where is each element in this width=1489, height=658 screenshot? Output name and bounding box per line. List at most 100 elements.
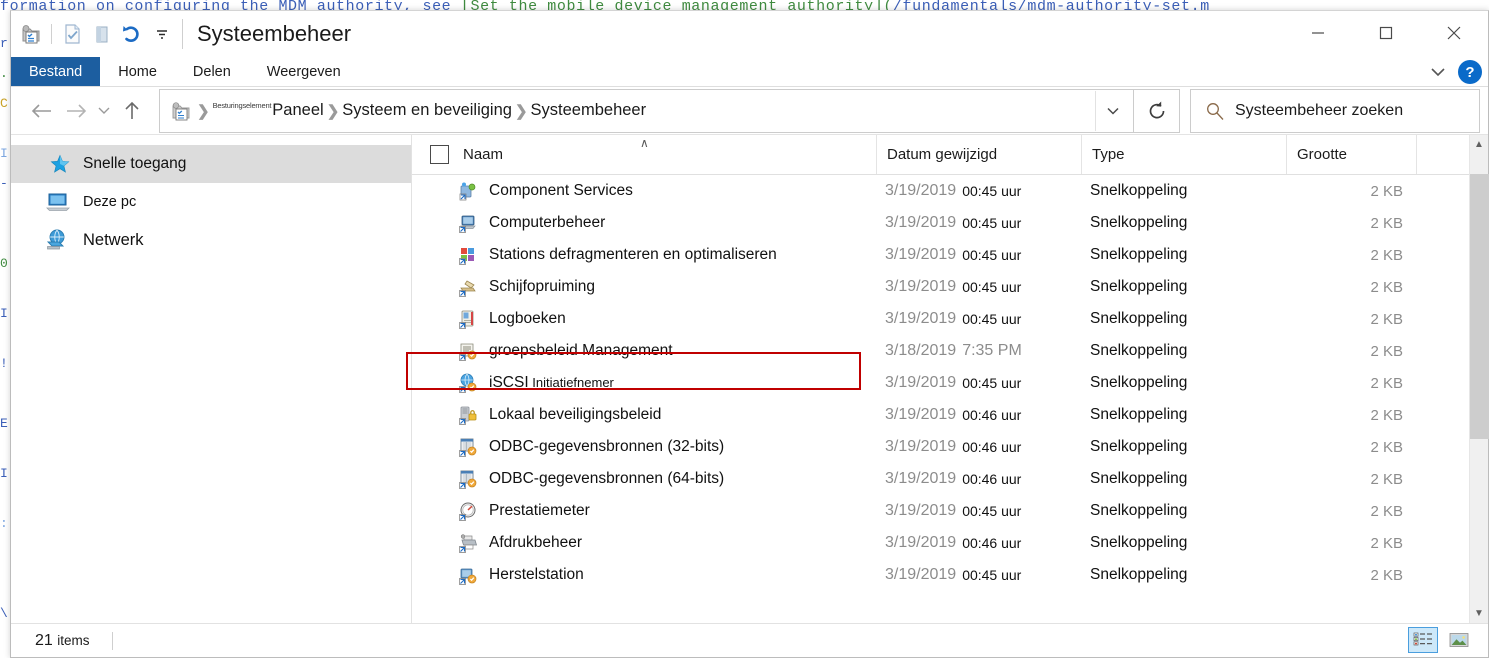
recovery-drive-icon	[458, 565, 478, 585]
window-title: Systeembeheer	[182, 19, 351, 49]
file-name-cell: ODBC-gegevensbronnen (32-bits)	[412, 437, 877, 457]
odbc-icon	[458, 469, 478, 489]
file-type-cell: Snelkoppeling	[1090, 502, 1188, 519]
help-button[interactable]: ?	[1458, 60, 1482, 84]
large-icons-view-button[interactable]	[1444, 627, 1474, 653]
scroll-up-arrow-icon[interactable]: ▲	[1470, 135, 1489, 154]
table-row[interactable]: ODBC-gegevensbronnen (64-bits) 3/19/2019…	[412, 463, 1488, 495]
file-name-label: iSCSI Initiatiefnemer	[489, 374, 614, 392]
column-header-row: Naam ∧ Datum gewijzigd Type Grootte	[412, 135, 1488, 175]
table-row[interactable]: Lokaal beveiligingsbeleid 3/19/2019 00:4…	[412, 399, 1488, 431]
scrollbar-track[interactable]	[1469, 154, 1489, 604]
ribbon-collapse-chevron-down-icon[interactable]	[1428, 65, 1448, 79]
back-button[interactable]	[25, 94, 59, 128]
breadcrumb-item-systeem-en-beveiliging[interactable]: Systeem en beveiliging	[342, 101, 512, 120]
file-name-cell: Stations defragmenteren en optimaliseren	[412, 245, 877, 265]
file-date: 3/19/2019	[885, 278, 957, 295]
table-row[interactable]: Prestatiemeter 3/19/2019 00:45 uur Snelk…	[412, 495, 1488, 527]
select-all-checkbox[interactable]	[430, 145, 449, 164]
breadcrumb-item-systeembeheer[interactable]: Systeembeheer	[531, 101, 647, 120]
table-row[interactable]: ODBC-gegevensbronnen (32-bits) 3/19/2019…	[412, 431, 1488, 463]
file-time: 00:46 uur	[962, 535, 1022, 551]
properties-icon[interactable]	[58, 20, 86, 48]
file-size-cell: 2 KB	[1370, 438, 1403, 456]
tab-weergeven[interactable]: Weergeven	[249, 57, 359, 86]
search-placeholder-text: Systeembeheer zoeken	[1235, 101, 1404, 119]
file-date-cell: 3/19/2019 00:45 uur	[877, 502, 1082, 520]
search-input[interactable]: Systeembeheer zoeken	[1190, 88, 1480, 133]
up-button[interactable]	[115, 94, 149, 128]
column-header-grootte[interactable]: Grootte	[1287, 135, 1417, 174]
file-name-cell: Lokaal beveiligingsbeleid	[412, 405, 877, 425]
table-row[interactable]: Schijfopruiming 3/19/2019 00:45 uur Snel…	[412, 271, 1488, 303]
performance-monitor-icon	[458, 501, 478, 521]
file-name-cell: Logboeken	[412, 309, 877, 329]
search-icon	[1205, 101, 1225, 121]
file-date-cell: 3/19/2019 00:46 uur	[877, 406, 1082, 424]
breadcrumb[interactable]: ❯ Besturingselement Paneel ❯ Systeem en b…	[159, 88, 1134, 133]
breadcrumb-separator-0[interactable]: ❯	[194, 102, 213, 120]
table-row[interactable]: Computerbeheer 3/19/2019 00:45 uur Snelk…	[412, 207, 1488, 239]
table-row[interactable]: Logboeken 3/19/2019 00:45 uur Snelkoppel…	[412, 303, 1488, 335]
vertical-scrollbar[interactable]: ▲ ▼	[1469, 135, 1489, 623]
minimize-button[interactable]	[1284, 11, 1352, 55]
sidebar-item-deze-pc[interactable]: Deze pc	[11, 183, 411, 221]
breadcrumb-item-paneel[interactable]: Besturingselement Paneel	[213, 101, 324, 120]
file-date: 3/19/2019	[885, 246, 957, 263]
table-row[interactable]: Afdrukbeheer 3/19/2019 00:46 uur Snelkop…	[412, 527, 1488, 559]
customize-qat-dropdown-icon[interactable]	[148, 20, 176, 48]
sidebar-item-netwerk[interactable]: Netwerk	[11, 221, 411, 259]
table-row[interactable]: Herstelstation 3/19/2019 00:45 uur Snelk…	[412, 559, 1488, 591]
scroll-down-arrow-icon[interactable]: ▼	[1470, 604, 1489, 623]
maximize-button[interactable]	[1352, 11, 1420, 55]
breadcrumb-separator-1[interactable]: ❯	[324, 102, 343, 120]
folder-properties-icon[interactable]	[17, 20, 45, 48]
file-name-cell: groepsbeleid Management	[412, 341, 877, 361]
file-size-cell: 2 KB	[1370, 342, 1403, 360]
file-time: 00:45 uur	[962, 279, 1022, 295]
address-bar-row: ❯ Besturingselement Paneel ❯ Systeem en b…	[11, 87, 1488, 134]
table-row[interactable]: Stations defragmenteren en optimaliseren…	[412, 239, 1488, 271]
file-name-label: Schijfopruiming	[489, 278, 595, 295]
file-name-label: Stations defragmenteren en optimaliseren	[489, 246, 777, 263]
file-time: 00:45 uur	[962, 311, 1022, 327]
refresh-button[interactable]	[1134, 88, 1180, 133]
print-management-icon	[458, 533, 478, 553]
file-time: 00:45 uur	[962, 503, 1022, 519]
table-row-groepsbeleid-management[interactable]: groepsbeleid Management 3/18/2019 7:35 P…	[412, 335, 1488, 367]
table-row[interactable]: iSCSI Initiatiefnemer 3/19/2019 00:45 uu…	[412, 367, 1488, 399]
star-icon	[49, 153, 71, 175]
recent-locations-chevron-down-icon[interactable]	[93, 94, 115, 128]
item-count-word: items	[57, 632, 90, 648]
file-explorer-window: Systeembeheer Bestand Home Delen Weergev…	[10, 10, 1489, 658]
component-services-icon	[458, 181, 478, 201]
tab-home[interactable]: Home	[100, 57, 175, 86]
scrollbar-thumb[interactable]	[1469, 174, 1489, 439]
file-size-cell: 2 KB	[1370, 374, 1403, 392]
explorer-body: Snelle toegang Deze pc Netwerk Naam ∧ Da…	[11, 134, 1489, 623]
undo-icon[interactable]	[118, 20, 146, 48]
file-date-cell: 3/19/2019 00:46 uur	[877, 438, 1082, 456]
column-header-type[interactable]: Type	[1082, 135, 1287, 174]
column-header-naam[interactable]: Naam ∧	[412, 135, 877, 174]
tab-bestand[interactable]: Bestand	[11, 57, 101, 86]
odbc-icon	[458, 437, 478, 457]
file-date-cell: 3/19/2019 00:45 uur	[877, 278, 1082, 296]
file-name-cell: Herstelstation	[412, 565, 877, 585]
details-view-button[interactable]	[1408, 627, 1438, 653]
file-name-main: iSCSI	[489, 374, 529, 391]
event-viewer-icon	[458, 309, 478, 329]
table-row[interactable]: Component Services 3/19/2019 00:45 uur S…	[412, 175, 1488, 207]
file-time: 7:35 PM	[962, 342, 1022, 359]
breadcrumb-separator-2[interactable]: ❯	[512, 102, 531, 120]
sidebar-item-snelle-toegang[interactable]: Snelle toegang	[11, 145, 411, 183]
forward-button[interactable]	[59, 94, 93, 128]
column-header-datum-gewijzigd[interactable]: Datum gewijzigd	[877, 135, 1082, 174]
file-type-cell: Snelkoppeling	[1090, 470, 1188, 487]
file-type-cell: Snelkoppeling	[1090, 374, 1188, 391]
new-folder-icon[interactable]	[88, 20, 116, 48]
close-button[interactable]	[1420, 11, 1488, 55]
tab-delen[interactable]: Delen	[175, 57, 249, 86]
breadcrumb-dropdown-chevron-down-icon[interactable]	[1095, 90, 1129, 131]
file-type-cell: Snelkoppeling	[1090, 438, 1188, 455]
